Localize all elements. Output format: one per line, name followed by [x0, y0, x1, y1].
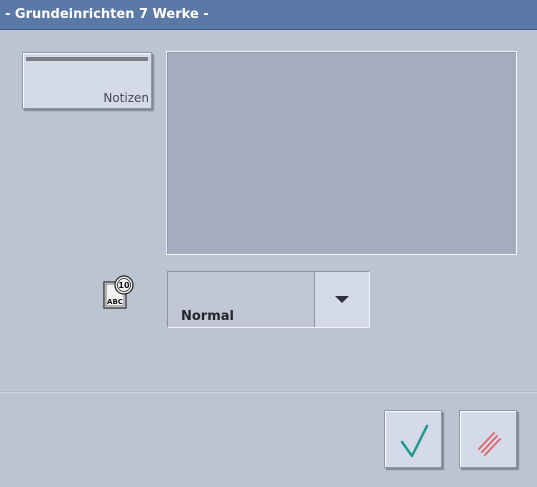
checkmark-icon [400, 424, 429, 458]
notes-button[interactable]: Notizen [22, 52, 152, 109]
cancel-icon [478, 432, 501, 456]
notes-button-bar [26, 57, 148, 61]
font-style-selected-value: Normal [181, 309, 234, 324]
svg-text:10: 10 [118, 281, 130, 290]
font-settings-icon: ABC 10 [101, 274, 137, 310]
footer-separator [0, 391, 537, 393]
notes-text-area[interactable] [166, 51, 517, 255]
chevron-down-icon [335, 296, 349, 303]
ok-button[interactable] [384, 410, 442, 468]
title-bar: - Grundeinrichten 7 Werke - [0, 0, 537, 30]
cancel-button[interactable] [459, 410, 517, 468]
dialog-window: - Grundeinrichten 7 Werke - Notizen ABC … [0, 0, 537, 487]
dropdown-toggle-button[interactable] [314, 272, 369, 327]
window-title: - Grundeinrichten 7 Werke - [5, 7, 209, 22]
svg-text:ABC: ABC [107, 298, 123, 306]
font-style-dropdown[interactable]: Normal [167, 271, 370, 328]
notes-button-label: Notizen [103, 91, 149, 105]
